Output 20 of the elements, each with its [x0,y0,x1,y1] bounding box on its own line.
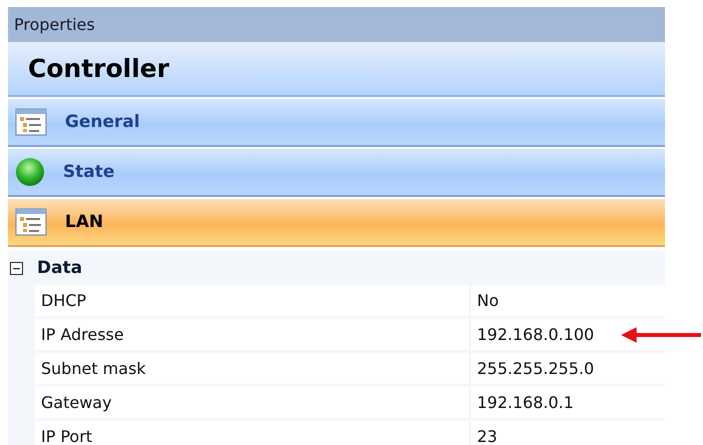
property-name: IP Adresse [35,319,469,350]
group-label: Data [37,258,82,278]
object-name-header: Controller [8,42,665,97]
collapse-icon[interactable] [10,262,23,274]
section-tab[interactable]: State [8,149,665,197]
property-value[interactable]: No [471,285,665,316]
property-name: IP Port [35,421,469,445]
section-tab[interactable]: General [8,99,665,147]
property-list-icon [15,208,47,236]
property-value[interactable]: 255.255.255.0 [471,353,665,384]
property-value[interactable]: 23 [471,421,665,445]
property-list-icon [15,108,47,136]
property-name: Subnet mask [35,353,469,384]
section-tab[interactable]: LAN [8,199,665,247]
property-name: Gateway [35,387,469,418]
status-light-icon [15,157,45,187]
property-value[interactable]: 192.168.0.100 [471,319,665,350]
property-name: DHCP [35,285,469,316]
property-value[interactable]: 192.168.0.1 [471,387,665,418]
panel-title: Properties [8,7,665,42]
